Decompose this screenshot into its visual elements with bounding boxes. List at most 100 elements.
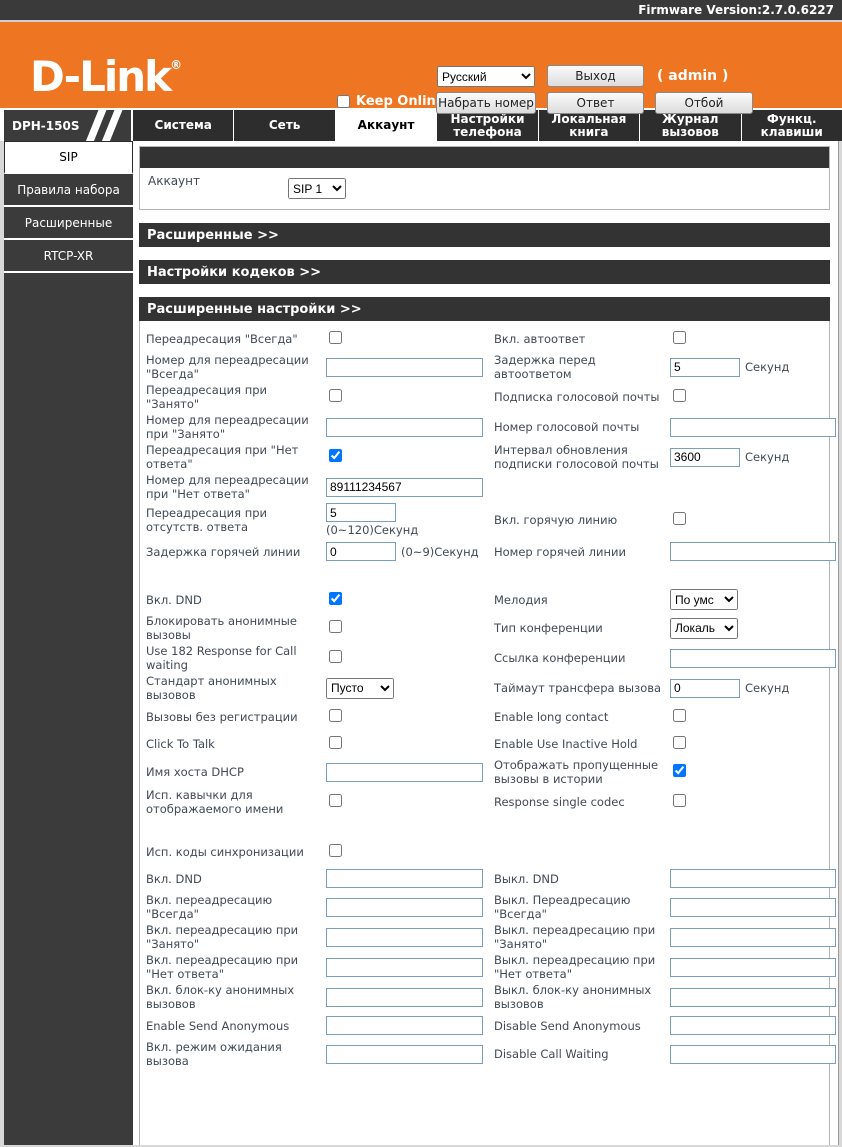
form-text-input[interactable]	[326, 1016, 483, 1035]
field-control	[670, 957, 836, 977]
form-text-input[interactable]	[326, 477, 483, 497]
sidebar-item-2[interactable]: Правила набора	[4, 174, 133, 207]
dial-number-button[interactable]: Набрать номер	[436, 92, 536, 114]
form-checkbox[interactable]	[673, 764, 686, 777]
account-select[interactable]: SIP 1	[288, 178, 346, 199]
form-checkbox[interactable]	[329, 389, 342, 402]
form-text-input[interactable]	[326, 957, 483, 977]
logout-button[interactable]: Выход	[547, 65, 644, 87]
section-advanced-settings[interactable]: Расширенные настройки >>	[139, 297, 830, 321]
form-text-input[interactable]	[670, 1044, 836, 1064]
sidebar-item-1[interactable]: SIP	[4, 141, 133, 174]
form-text-input[interactable]	[670, 447, 740, 467]
form-row: Вкл. блок-ку анонимных вызовов Выкл. блок…	[146, 982, 836, 1012]
form-checkbox[interactable]	[673, 389, 686, 402]
field-control	[326, 897, 494, 917]
form-text-input[interactable]	[326, 927, 483, 947]
dlink-logo: D-Link®	[30, 52, 183, 101]
form-row: Номер для переадресации при "Нет ответа"	[146, 472, 825, 502]
form-text-input[interactable]	[326, 869, 483, 888]
form-text-input[interactable]	[326, 987, 483, 1007]
registered-mark-icon: ®	[170, 58, 183, 72]
tab-6[interactable]: Журнал вызовов	[639, 110, 741, 141]
tab-3[interactable]: Аккаунт	[334, 110, 437, 141]
form-text-input[interactable]	[326, 417, 483, 437]
form-text-input[interactable]	[670, 678, 740, 698]
tab-1[interactable]: Система	[133, 110, 234, 141]
field-label: Вкл. переадресацию при "Занято"	[146, 923, 299, 951]
form-text-input[interactable]	[326, 542, 396, 561]
tab-5[interactable]: Локальная книга	[537, 110, 640, 141]
field-control	[326, 330, 494, 347]
form-checkbox[interactable]	[329, 794, 342, 807]
form-spacer	[146, 565, 825, 586]
form-checkbox[interactable]	[329, 620, 342, 633]
form-text-input[interactable]	[670, 542, 836, 561]
tab-7[interactable]: Функц. клавиши	[740, 110, 842, 141]
form-checkbox[interactable]	[673, 512, 686, 525]
answer-button[interactable]: Ответ	[547, 92, 644, 114]
form-checkbox[interactable]	[329, 650, 342, 663]
form-checkbox[interactable]	[673, 330, 686, 344]
form-text-input[interactable]	[326, 503, 396, 522]
form-checkbox[interactable]	[329, 708, 342, 722]
hangup-button[interactable]: Отбой	[655, 92, 753, 114]
firmware-version: Firmware Version:2.7.0.6227	[638, 3, 834, 17]
field-control	[326, 762, 494, 782]
form-row: Click To Talk Enable Use Inactive Hold	[146, 730, 825, 757]
form-checkbox[interactable]	[673, 735, 686, 749]
field-control	[670, 512, 825, 528]
form-text-input[interactable]	[326, 762, 483, 782]
field-label: Интервал обновления подписки голосовой п…	[494, 443, 659, 471]
form-checkbox[interactable]	[673, 794, 686, 807]
form-text-input[interactable]	[670, 648, 836, 668]
form-checkbox[interactable]	[329, 449, 342, 462]
form-text-input[interactable]	[670, 927, 836, 947]
section-codecs[interactable]: Настройки кодеков >>	[139, 260, 830, 284]
form-select[interactable]: По умс	[670, 589, 738, 610]
form-checkbox[interactable]	[329, 735, 342, 749]
field-label: Имя хоста DHCP	[146, 765, 244, 779]
form-checkbox[interactable]	[673, 708, 686, 722]
form-row: Переадресация "Всегда" Вкл. автоответ	[146, 325, 825, 352]
form-text-input[interactable]	[670, 417, 836, 437]
form-text-input[interactable]	[670, 987, 836, 1007]
form-select[interactable]: Локаль	[670, 617, 738, 639]
account-box-header	[140, 147, 829, 168]
field-control	[670, 1044, 836, 1064]
field-label: Disable Send Anonymous	[494, 1018, 641, 1033]
form-text-input[interactable]	[670, 869, 836, 888]
form-checkbox[interactable]	[329, 591, 342, 605]
keep-online-label: Keep Online	[356, 94, 445, 109]
sidebar: SIP Правила набора Расширенные RTCP-XR	[4, 141, 133, 1145]
field-label: Вкл. переадресацию "Всегда"	[146, 893, 273, 921]
field-label: Стандарт анонимных вызовов	[146, 674, 277, 702]
form-row: Переадресация при отсутств. ответа (0~120…	[146, 502, 825, 538]
language-select[interactable]: Русский	[437, 66, 535, 87]
form-checkbox[interactable]	[329, 330, 342, 344]
tab-4[interactable]: Настройки телефона	[436, 110, 538, 141]
field-control	[326, 1016, 494, 1035]
tab-2[interactable]: Сеть	[233, 110, 335, 141]
form-text-input[interactable]	[326, 1044, 483, 1064]
field-label: Переадресация при отсутств. ответа	[146, 506, 268, 534]
account-label: Аккаунт	[148, 174, 200, 188]
field-control: Секунд	[670, 678, 825, 698]
field-control	[326, 957, 494, 977]
form-text-input[interactable]	[670, 957, 836, 977]
form-text-input[interactable]	[670, 897, 836, 917]
sidebar-item-3[interactable]: Расширенные	[4, 207, 133, 240]
form-text-input[interactable]	[326, 357, 483, 377]
form-select[interactable]: Пусто	[326, 677, 394, 699]
form-checkbox[interactable]	[329, 843, 342, 857]
section-advanced[interactable]: Расширенные >>	[139, 223, 830, 247]
form-text-input[interactable]	[670, 1016, 836, 1035]
admin-label: ( admin )	[657, 68, 729, 84]
field-label: Блокировать анонимные вызовы	[146, 614, 297, 642]
sidebar-item-4[interactable]: RTCP-XR	[4, 240, 133, 273]
form-text-input[interactable]	[670, 357, 740, 377]
keep-online-checkbox[interactable]	[337, 95, 350, 108]
form-text-input[interactable]	[326, 897, 483, 917]
field-control	[326, 417, 494, 437]
form-row: Номер для переадресации "Всегда" Задержка…	[146, 352, 825, 382]
